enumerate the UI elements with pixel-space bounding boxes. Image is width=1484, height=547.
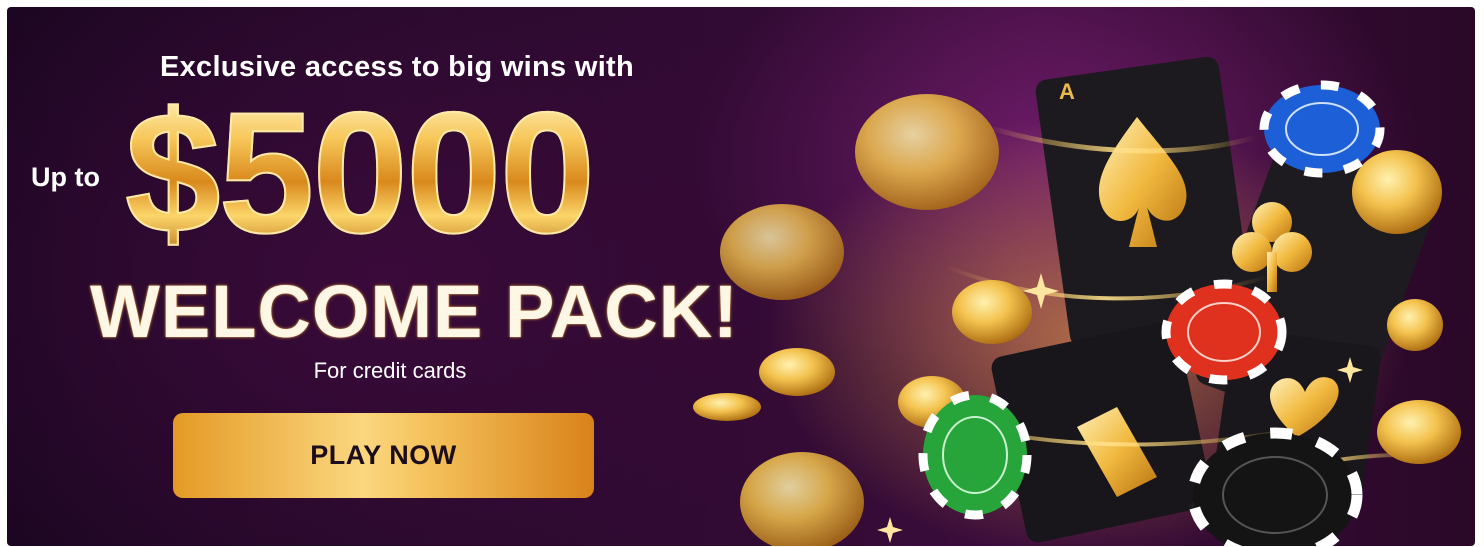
green-poker-chip-icon — [918, 390, 1032, 520]
casino-illustration: A — [693, 56, 1461, 546]
blue-poker-chip-icon — [1259, 80, 1385, 178]
gold-coin-icon — [855, 94, 999, 210]
sparkle-icon — [877, 517, 903, 543]
gold-coin-icon — [1387, 299, 1443, 351]
red-poker-chip-icon — [1161, 279, 1287, 385]
gold-coin-icon — [952, 280, 1032, 344]
svg-text:A: A — [1059, 79, 1075, 104]
gold-coin-icon — [720, 204, 844, 300]
gold-coin-icon — [1377, 400, 1461, 464]
gold-coin-icon — [1352, 150, 1442, 234]
gold-coin-icon — [693, 393, 761, 421]
promo-banner: Exclusive access to big wins with Up to … — [7, 7, 1475, 546]
gold-coin-icon — [759, 348, 835, 396]
